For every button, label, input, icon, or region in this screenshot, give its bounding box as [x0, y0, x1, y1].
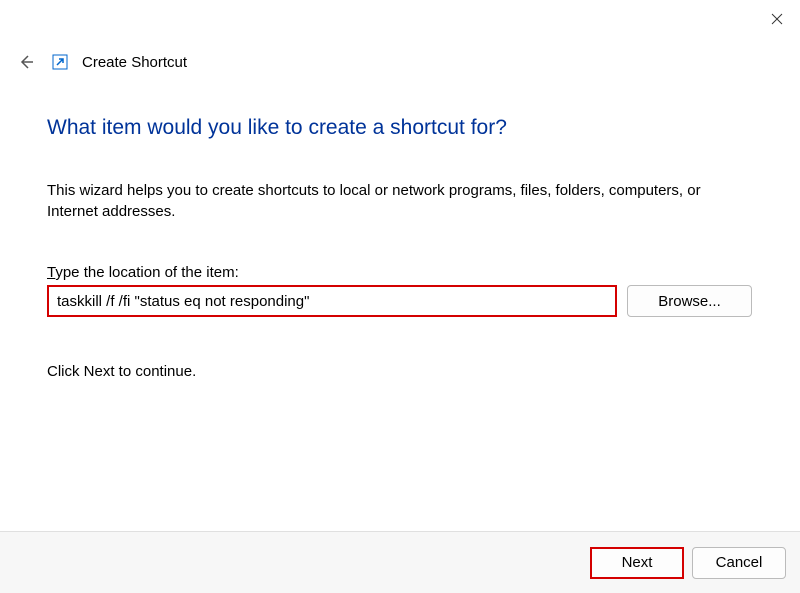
- cancel-button[interactable]: Cancel: [692, 547, 786, 579]
- input-row: Browse...: [47, 285, 753, 317]
- footer: Next Cancel: [0, 531, 800, 593]
- close-button[interactable]: [768, 10, 786, 28]
- header: Create Shortcut: [16, 52, 187, 72]
- content-area: What item would you like to create a sho…: [47, 116, 753, 380]
- location-input[interactable]: [47, 285, 617, 317]
- continue-text: Click Next to continue.: [47, 363, 753, 380]
- back-arrow-icon: [18, 54, 34, 70]
- shortcut-icon: [52, 54, 68, 70]
- back-button[interactable]: [16, 52, 36, 72]
- browse-button[interactable]: Browse...: [627, 285, 752, 317]
- page-heading: What item would you like to create a sho…: [47, 116, 753, 140]
- window-title: Create Shortcut: [82, 54, 187, 71]
- location-label: Type the location of the item:: [47, 264, 753, 281]
- next-button[interactable]: Next: [590, 547, 684, 579]
- close-icon: [771, 13, 783, 25]
- next-button-label: Next: [622, 554, 653, 571]
- description-text: This wizard helps you to create shortcut…: [47, 180, 753, 222]
